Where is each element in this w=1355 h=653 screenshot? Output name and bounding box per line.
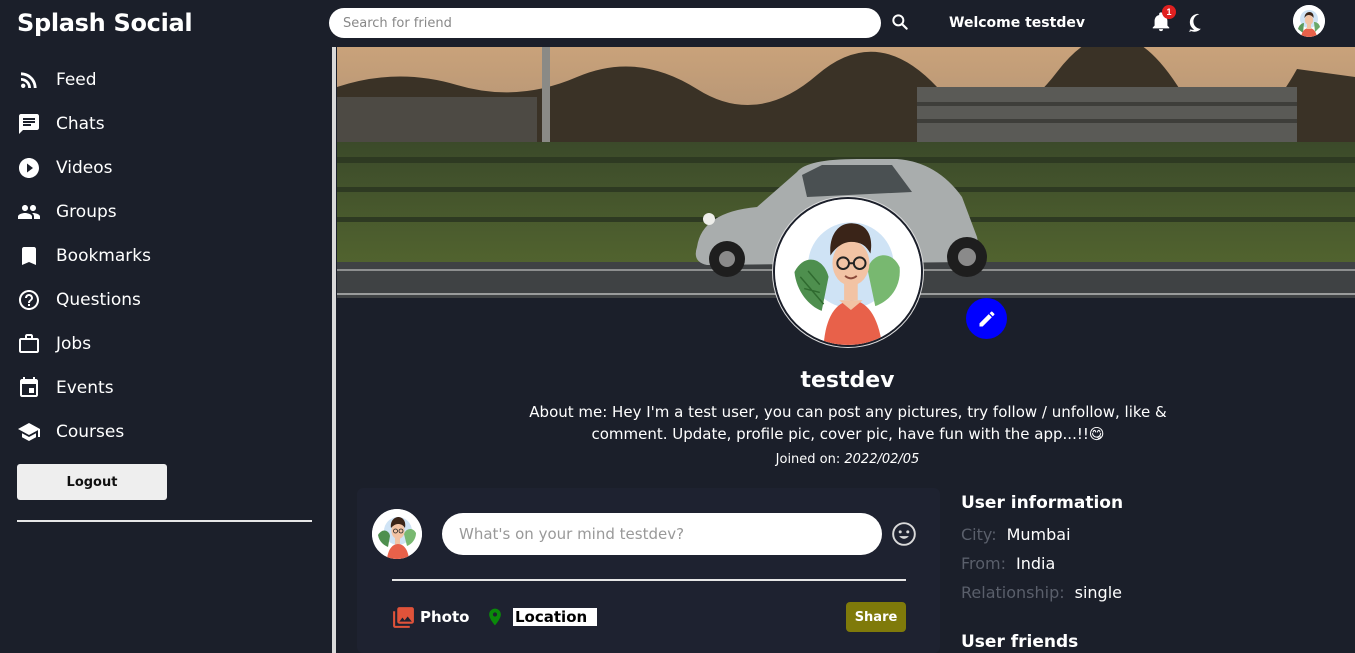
info-from-label: From: xyxy=(961,554,1007,573)
search-icon[interactable] xyxy=(890,12,910,32)
bookmark-icon xyxy=(22,247,36,265)
info-relationship-value: single xyxy=(1074,583,1122,602)
sidebar-item-label: Feed xyxy=(56,70,97,90)
pencil-icon xyxy=(979,310,995,326)
joined-date: Joined on: 2022/02/05 xyxy=(337,452,1355,467)
post-input[interactable] xyxy=(442,513,882,555)
sidebar-item-label: Groups xyxy=(56,202,117,222)
welcome-text: Welcome testdev xyxy=(949,15,1085,31)
help-circle-icon xyxy=(19,290,39,310)
user-avatar[interactable] xyxy=(1293,5,1325,37)
sidebar-item-label: Questions xyxy=(56,290,141,310)
sidebar: Feed Chats Videos Groups Bookmarks Quest… xyxy=(0,47,332,653)
share-avatar xyxy=(372,509,422,559)
location-pin-icon xyxy=(489,608,501,626)
dark-mode-icon[interactable] xyxy=(1186,12,1208,34)
location-label: Location xyxy=(513,608,598,626)
sidebar-item-groups[interactable]: Groups xyxy=(17,198,307,226)
info-city: City: Mumbai xyxy=(961,525,1071,544)
user-info-title: User information xyxy=(961,493,1124,513)
group-icon xyxy=(18,205,40,219)
profile-picture[interactable] xyxy=(773,197,923,347)
sidebar-item-courses[interactable]: Courses xyxy=(17,418,307,446)
edit-profile-button[interactable] xyxy=(966,298,1007,339)
sidebar-item-label: Events xyxy=(56,378,114,398)
photo-icon xyxy=(393,606,414,628)
app-logo[interactable]: Splash Social xyxy=(17,9,193,37)
share-button[interactable]: Share xyxy=(846,602,906,632)
rss-icon xyxy=(21,72,37,88)
photo-label: Photo xyxy=(420,608,470,626)
info-relationship-label: Relationship: xyxy=(961,583,1065,602)
location-option[interactable]: Location xyxy=(485,604,598,630)
photo-option[interactable]: Photo xyxy=(391,604,469,630)
sidebar-item-label: Bookmarks xyxy=(56,246,151,266)
sidebar-item-label: Courses xyxy=(56,422,125,442)
briefcase-icon xyxy=(19,334,39,353)
sidebar-item-label: Chats xyxy=(56,114,105,134)
info-from-value: India xyxy=(1016,554,1056,573)
info-city-value: Mumbai xyxy=(1006,525,1071,544)
share-divider xyxy=(392,579,906,581)
sidebar-divider xyxy=(17,520,312,522)
joined-label: Joined on: xyxy=(775,452,845,467)
play-circle-icon xyxy=(19,158,39,178)
top-bar: Splash Social Welcome testdev 1 xyxy=(0,0,1355,47)
sidebar-separator xyxy=(332,47,336,653)
logout-button[interactable]: Logout xyxy=(17,464,167,500)
sidebar-item-chats[interactable]: Chats xyxy=(17,110,307,138)
sidebar-item-label: Videos xyxy=(56,158,113,178)
school-icon xyxy=(18,423,40,441)
info-from: From: India xyxy=(961,554,1055,573)
calendar-icon xyxy=(20,377,38,397)
joined-value: 2022/02/05 xyxy=(844,452,920,467)
chat-icon xyxy=(19,114,39,134)
info-city-label: City: xyxy=(961,525,997,544)
profile-about: About me: Hey I'm a test user, you can p… xyxy=(529,403,1167,443)
search-input[interactable] xyxy=(329,8,881,38)
sidebar-item-jobs[interactable]: Jobs xyxy=(17,330,307,358)
sidebar-item-feed[interactable]: Feed xyxy=(17,66,307,94)
sidebar-item-bookmarks[interactable]: Bookmarks xyxy=(17,242,307,270)
emoji-icon[interactable] xyxy=(891,521,917,547)
sidebar-item-events[interactable]: Events xyxy=(17,374,307,402)
user-friends-title: User friends xyxy=(961,632,1079,652)
sidebar-item-videos[interactable]: Videos xyxy=(17,154,307,182)
sidebar-item-label: Jobs xyxy=(56,334,92,354)
sidebar-item-questions[interactable]: Questions xyxy=(17,286,307,314)
notification-badge: 1 xyxy=(1162,5,1176,19)
info-relationship: Relationship: single xyxy=(961,583,1122,602)
profile-username: testdev xyxy=(800,368,895,393)
